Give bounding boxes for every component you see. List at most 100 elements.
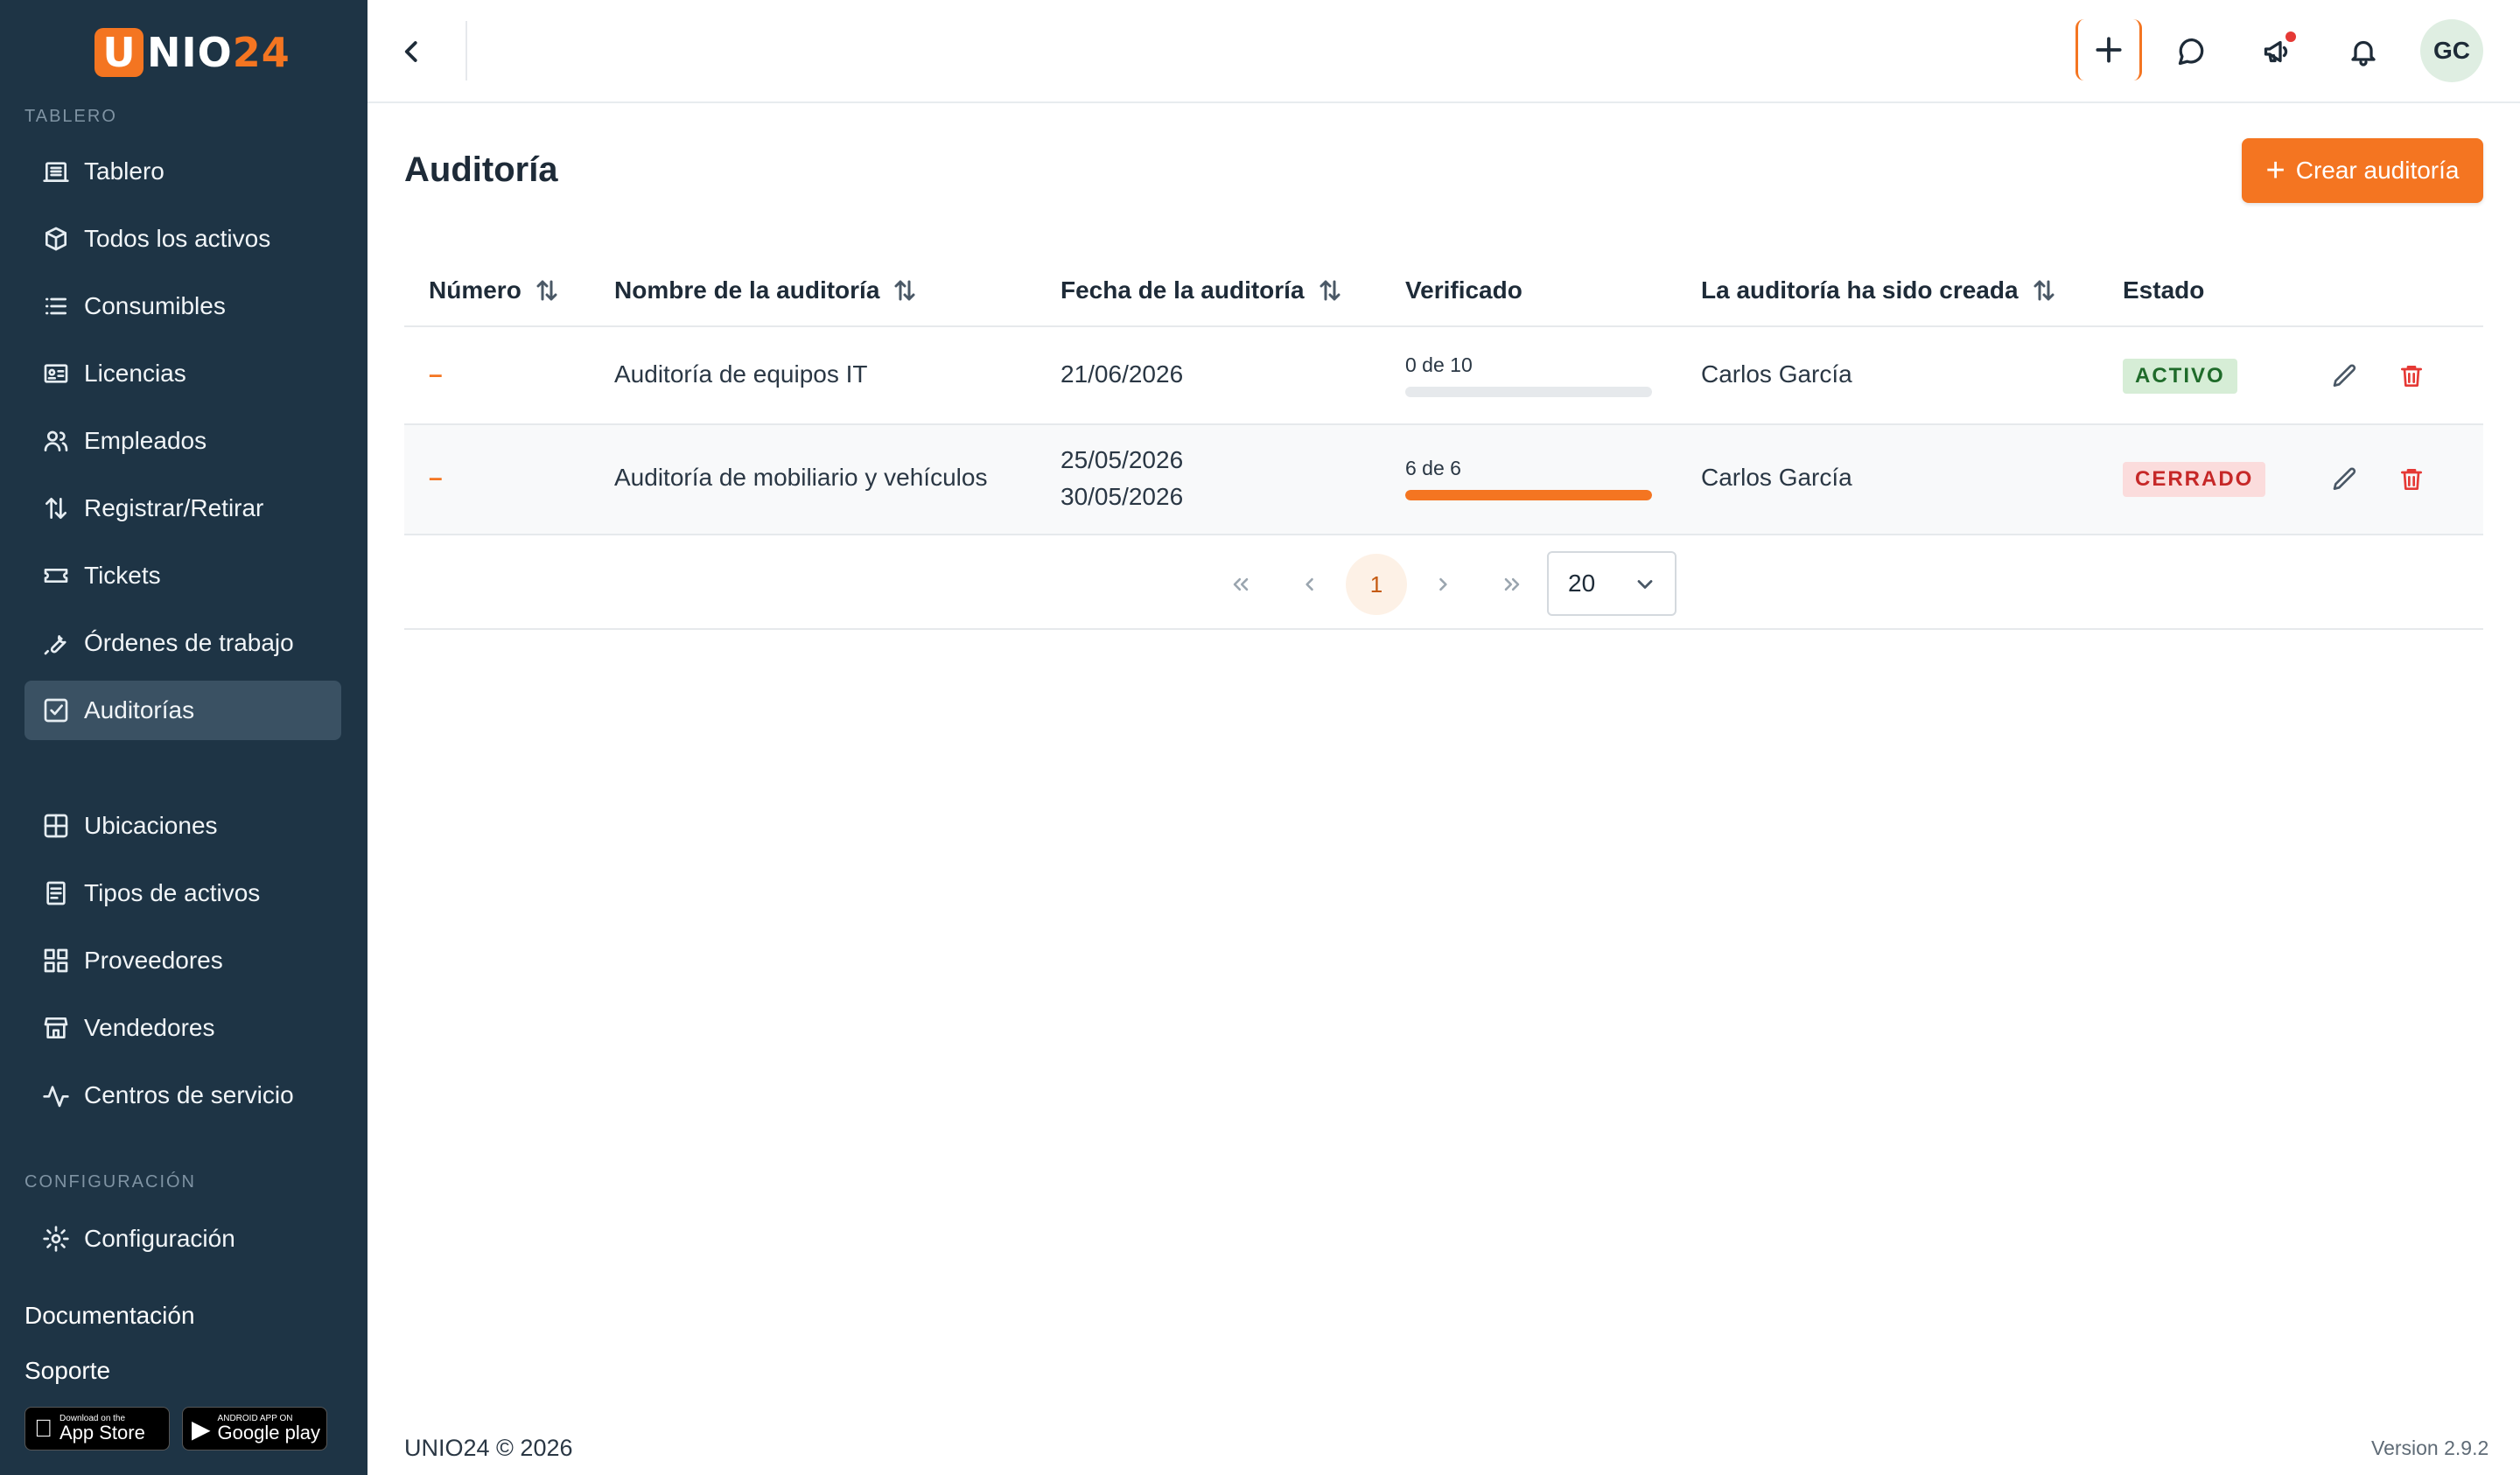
row-number: –	[429, 360, 443, 388]
sidebar-item-centros-servicio[interactable]: Centros de servicio	[24, 1066, 341, 1125]
sidebar-item-empleados[interactable]: Empleados	[24, 411, 341, 471]
sidebar-item-label: Vendedores	[84, 1014, 215, 1041]
chevron-down-icon	[1637, 580, 1653, 589]
checkbox-icon	[40, 695, 72, 726]
table-row[interactable]: – Auditoría de mobiliario y vehículos 25…	[404, 425, 2483, 534]
row-audit-name[interactable]: Auditoría de equipos IT	[614, 360, 868, 388]
row-audit-name[interactable]: Auditoría de mobiliario y vehículos	[614, 464, 987, 492]
page-size-select[interactable]: 20	[1547, 551, 1676, 616]
app-store-badge[interactable]:  Download on the App Store	[24, 1407, 170, 1451]
row-audit-date-end: 30/05/2026	[1060, 483, 1184, 510]
edit-button[interactable]	[2328, 462, 2362, 497]
sidebar-item-todos-activos[interactable]: Todos los activos	[24, 209, 341, 269]
sidebar-item-label: Tipos de activos	[84, 879, 261, 906]
chat-button[interactable]	[2170, 30, 2214, 73]
documentation-link[interactable]: Documentación	[24, 1302, 195, 1330]
last-page-button[interactable]	[1491, 563, 1533, 605]
column-header-creada[interactable]: La auditoría ha sido creada	[1701, 276, 2057, 304]
sidebar-item-label: Auditorías	[84, 696, 195, 724]
sidebar-item-label: Tickets	[84, 562, 161, 589]
first-page-button[interactable]	[1220, 563, 1262, 605]
sidebar-item-ordenes-trabajo[interactable]: Órdenes de trabajo	[24, 613, 341, 673]
sidebar-item-consumibles[interactable]: Consumibles	[24, 276, 341, 336]
avatar[interactable]: GC	[2420, 19, 2483, 82]
sidebar-item-proveedores[interactable]: Proveedores	[24, 931, 341, 990]
sidebar-item-registrar-retirar[interactable]: Registrar/Retirar	[24, 479, 341, 538]
verified-progress	[1405, 490, 1652, 500]
chevrons-right-icon	[1504, 577, 1520, 591]
topbar-divider	[466, 21, 467, 80]
column-header-label: La auditoría ha sido creada	[1701, 276, 2019, 304]
plus-icon	[2096, 37, 2122, 63]
prev-page-button[interactable]	[1288, 563, 1330, 605]
chevrons-left-icon	[1233, 577, 1249, 591]
next-page-button[interactable]	[1423, 563, 1465, 605]
app: U NIO24 TABLERO Tablero Todos los activo…	[0, 0, 2520, 1475]
trash-icon	[2401, 469, 2422, 490]
row-audit-date: 21/06/2026	[1060, 360, 1184, 388]
sort-icon[interactable]	[1317, 277, 1343, 304]
sidebar-item-tickets[interactable]: Tickets	[24, 546, 341, 605]
chevron-left-icon	[1306, 577, 1313, 591]
status-badge: ACTIVO	[2123, 359, 2237, 394]
delete-button[interactable]	[2394, 359, 2429, 394]
section-label-config: CONFIGURACIÓN	[24, 1172, 196, 1192]
row-creator: Carlos García	[1701, 360, 1852, 388]
google-play-badge[interactable]: ▶ ANDROID APP ON Google play	[182, 1407, 327, 1451]
edit-button[interactable]	[2328, 359, 2362, 394]
document-icon	[40, 877, 72, 909]
verified-count: 6 de 6	[1405, 457, 1461, 479]
gear-icon	[40, 1223, 72, 1255]
column-header-nombre[interactable]: Nombre de la auditoría	[614, 276, 918, 304]
sort-icon[interactable]	[534, 277, 560, 304]
sidebar-item-tablero[interactable]: Tablero	[24, 142, 341, 201]
column-header-label: Número	[429, 276, 522, 304]
sidebar-item-configuracion[interactable]: Configuración	[24, 1209, 341, 1269]
id-card-icon	[40, 358, 72, 389]
status-badge: CERRADO	[2123, 462, 2266, 497]
ticket-icon	[40, 560, 72, 591]
arrows-updown-icon	[40, 493, 72, 524]
back-button[interactable]	[390, 30, 434, 73]
announcements-button[interactable]	[2256, 30, 2300, 73]
column-header-numero[interactable]: Número	[429, 276, 560, 304]
sidebar: U NIO24 TABLERO Tablero Todos los activo…	[0, 0, 368, 1475]
building-icon	[40, 156, 72, 187]
column-header-label: Estado	[2123, 276, 2205, 304]
sort-icon[interactable]	[2031, 277, 2057, 304]
box-icon	[40, 223, 72, 255]
pagination-divider	[404, 628, 2483, 630]
sidebar-item-licencias[interactable]: Licencias	[24, 344, 341, 403]
footer-version: Version 2.9.2	[2371, 1437, 2489, 1459]
verified-progress-fill	[1405, 490, 1652, 500]
apps-icon	[40, 945, 72, 976]
create-audit-button[interactable]: + Crear auditoría	[2242, 138, 2483, 203]
grid-icon	[40, 810, 72, 842]
delete-button[interactable]	[2394, 462, 2429, 497]
activity-icon	[40, 1080, 72, 1111]
sidebar-item-vendedores[interactable]: Vendedores	[24, 998, 341, 1058]
sidebar-item-label: Licencias	[84, 360, 186, 387]
sidebar-item-auditorias[interactable]: Auditorías	[24, 681, 341, 740]
sidebar-item-label: Consumibles	[84, 292, 226, 319]
column-header-fecha[interactable]: Fecha de la auditoría	[1060, 276, 1343, 304]
topbar: GC	[368, 0, 2520, 103]
verified-progress	[1405, 387, 1652, 397]
sidebar-item-label: Empleados	[84, 427, 207, 454]
app-store-big-text: App Store	[41, 1422, 145, 1444]
notifications-button[interactable]	[2342, 30, 2385, 73]
support-link[interactable]: Soporte	[24, 1357, 110, 1385]
sidebar-item-ubicaciones[interactable]: Ubicaciones	[24, 796, 341, 856]
wrench-icon	[40, 627, 72, 659]
sidebar-item-label: Tablero	[84, 157, 164, 185]
trash-icon	[2401, 366, 2422, 387]
notification-dot	[2286, 31, 2296, 42]
sidebar-item-label: Proveedores	[84, 947, 223, 974]
quick-add-button[interactable]	[2076, 19, 2142, 80]
page-number-button[interactable]: 1	[1346, 554, 1407, 615]
sidebar-item-label: Órdenes de trabajo	[84, 629, 294, 656]
sidebar-item-tipos-activos[interactable]: Tipos de activos	[24, 863, 341, 923]
table-row[interactable]: – Auditoría de equipos IT 21/06/2026 0 d…	[404, 327, 2483, 423]
logo[interactable]: U NIO24	[94, 28, 290, 77]
sort-icon[interactable]	[892, 277, 918, 304]
